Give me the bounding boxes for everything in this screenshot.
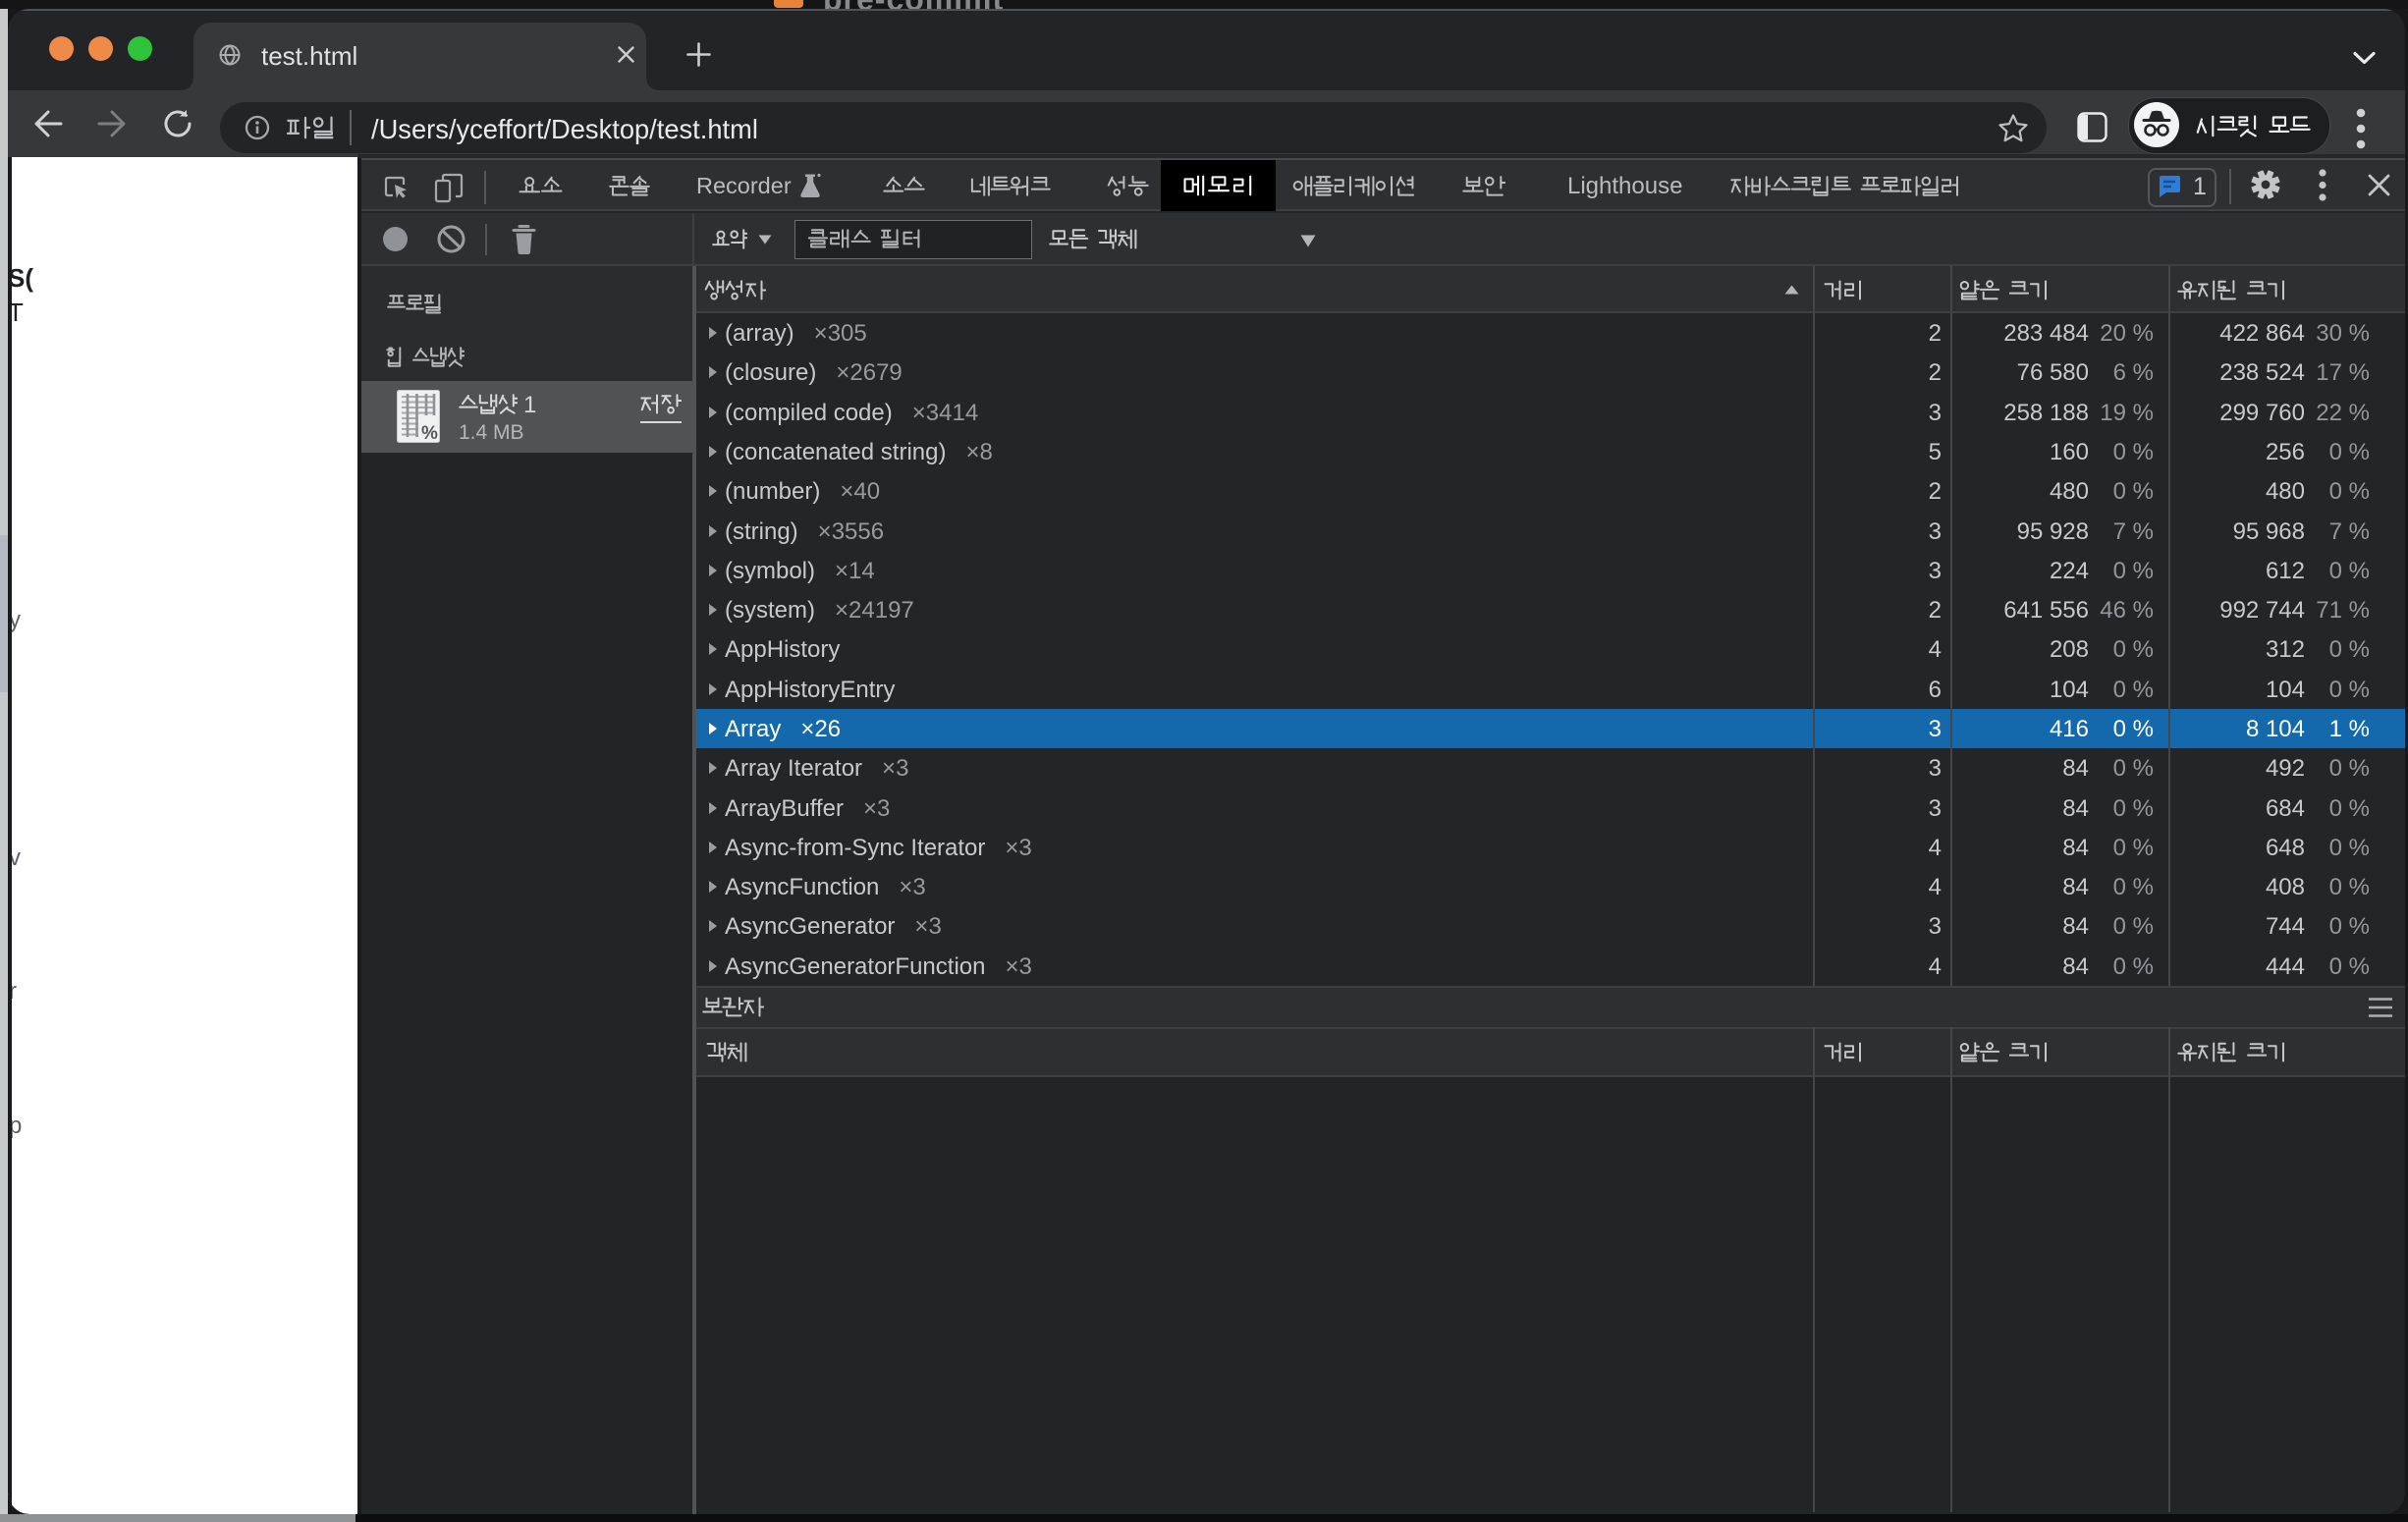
svg-text:%: %	[421, 423, 438, 443]
